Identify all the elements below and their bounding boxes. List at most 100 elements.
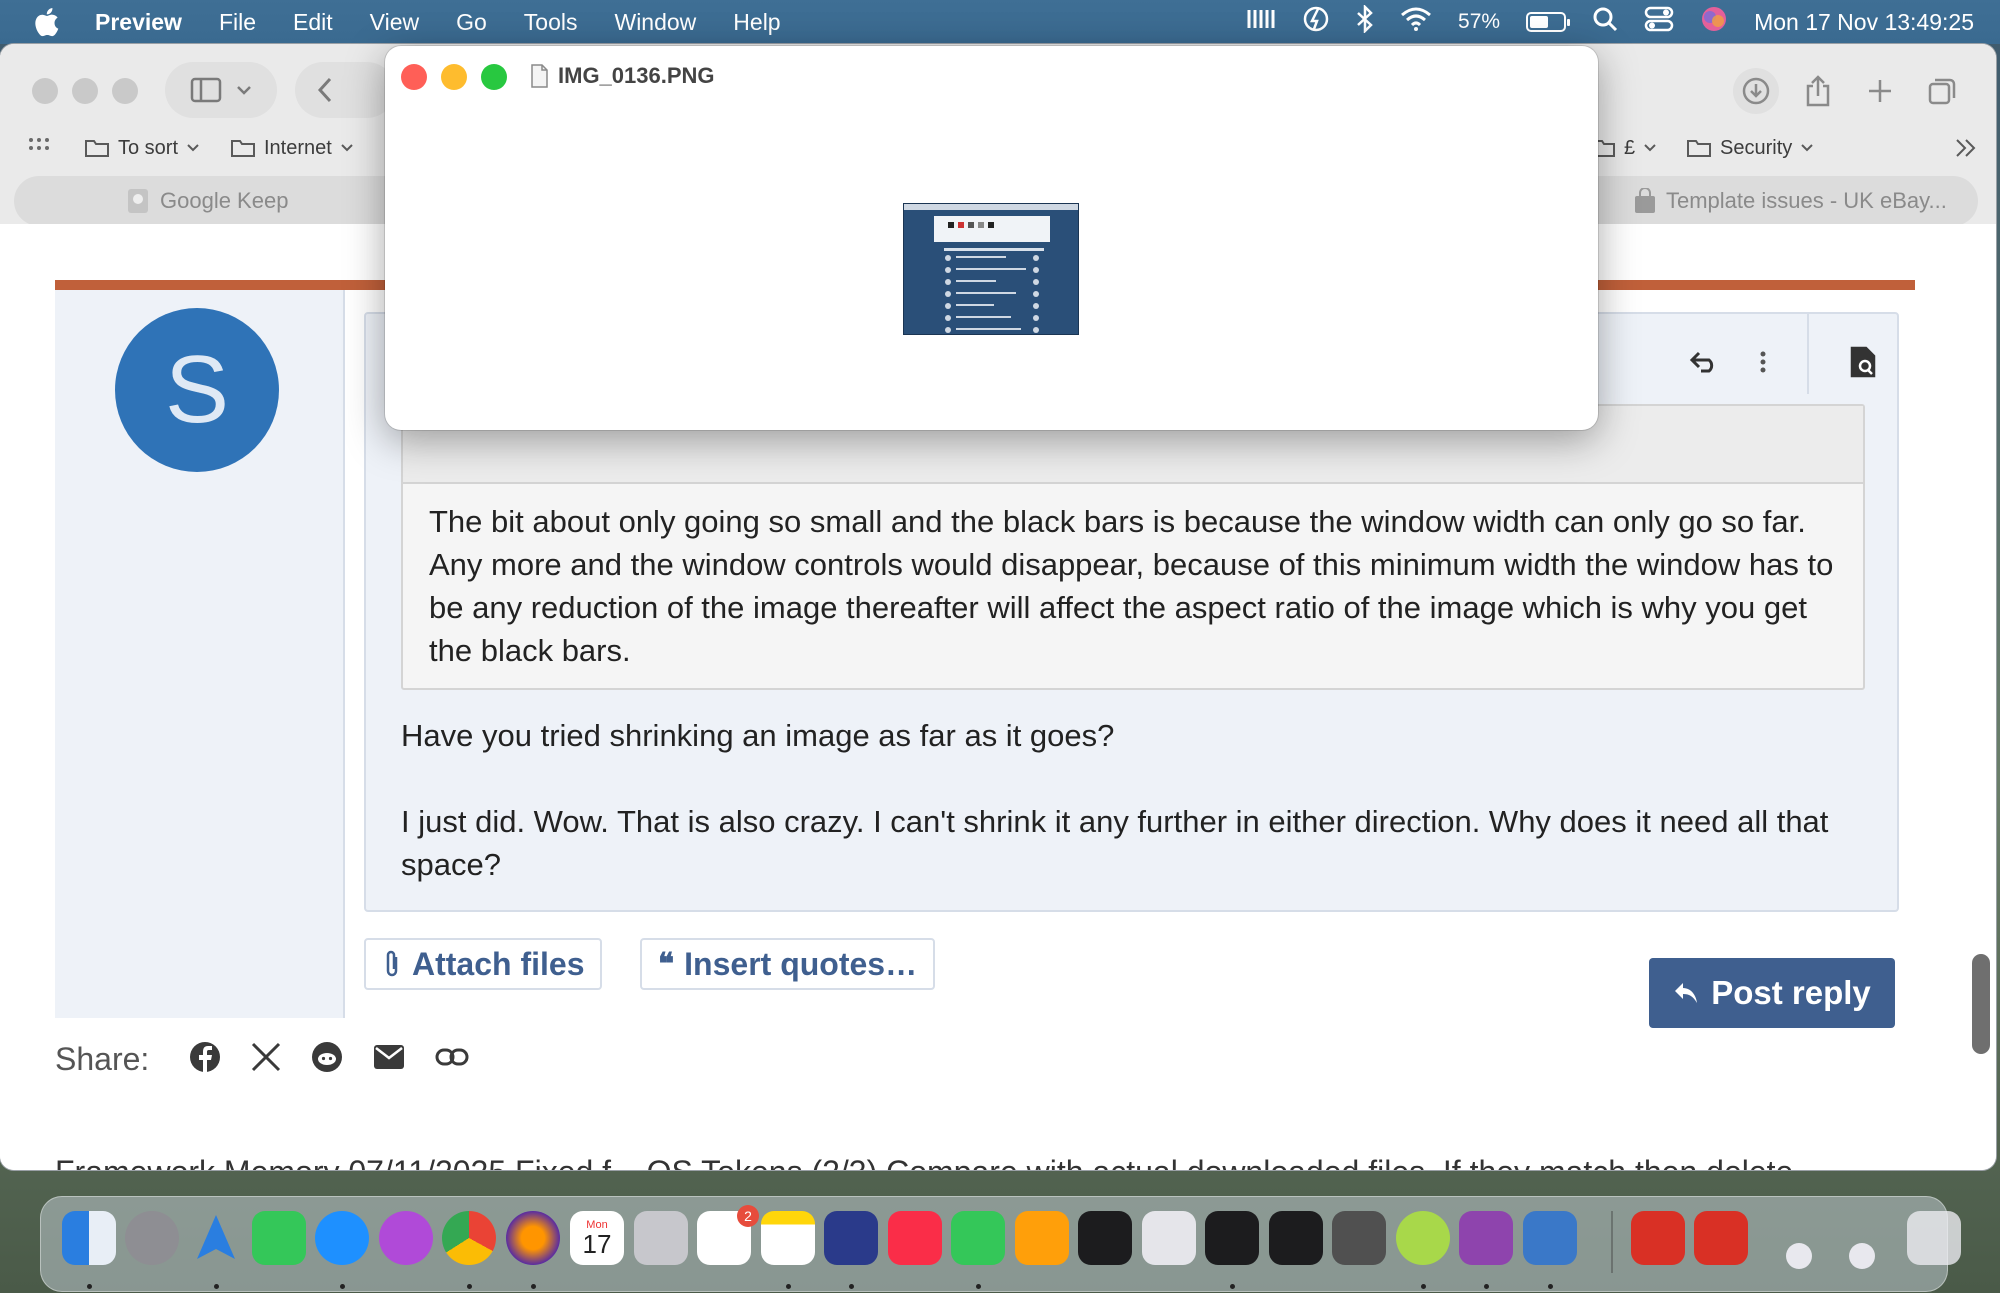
cleaner-app-icon[interactable]	[1396, 1211, 1450, 1265]
music-icon[interactable]	[888, 1211, 942, 1265]
reply-text[interactable]: Have you tried shrinking an image as far…	[401, 714, 1881, 886]
bookmark-label: Internet	[264, 136, 332, 159]
avatar[interactable]: S	[115, 308, 279, 472]
minimize-window-button[interactable]	[72, 78, 98, 104]
close-window-button[interactable]	[401, 64, 427, 90]
menu-help[interactable]: Help	[733, 9, 780, 36]
downloads-button[interactable]	[1733, 68, 1779, 114]
preview-icon[interactable]	[1849, 346, 1877, 383]
folder-icon	[1596, 140, 1615, 157]
minimize-window-button[interactable]	[441, 64, 467, 90]
green-logo-app-icon[interactable]	[1205, 1211, 1259, 1265]
apple-menu-icon[interactable]	[33, 7, 71, 37]
status-app-icon[interactable]	[1246, 7, 1276, 37]
folder-icon	[231, 140, 255, 157]
quote-mark-icon: ❝	[658, 947, 675, 981]
insert-quotes-label: Insert quotes…	[684, 945, 918, 982]
chevron-left-icon	[317, 77, 332, 103]
firefox-icon[interactable]	[506, 1211, 560, 1265]
x-twitter-icon[interactable]	[251, 1042, 281, 1077]
siri-icon[interactable]	[1700, 5, 1728, 39]
applications-folder-icon[interactable]	[1631, 1211, 1685, 1265]
editor-toolbar	[1689, 314, 1877, 394]
downloads-folder-icon[interactable]	[1694, 1211, 1748, 1265]
minimized-window-icon[interactable]	[1786, 1243, 1812, 1269]
dock-separator	[1611, 1211, 1613, 1273]
pages-icon[interactable]	[1015, 1211, 1069, 1265]
system-settings-icon[interactable]	[125, 1211, 179, 1265]
compass-app-icon[interactable]	[379, 1211, 433, 1265]
control-center-icon[interactable]	[1644, 6, 1674, 38]
finder-icon[interactable]	[62, 1211, 116, 1265]
menu-window[interactable]: Window	[614, 9, 696, 36]
contacts-icon[interactable]	[634, 1211, 688, 1265]
bluetooth-icon[interactable]	[1356, 3, 1374, 39]
new-tab-button[interactable]	[1857, 68, 1903, 114]
utility-app-icon[interactable]	[1523, 1211, 1577, 1265]
bookmark-folder-pound[interactable]: £	[1596, 130, 1657, 166]
tab-template-issues[interactable]: Template issues - UK eBay...	[1634, 176, 1947, 226]
menu-app-name[interactable]: Preview	[95, 9, 182, 36]
chrome-icon[interactable]	[442, 1211, 496, 1265]
testflight-arrow-icon[interactable]	[189, 1211, 243, 1265]
back-button[interactable]	[295, 62, 395, 118]
preview-title: IMG_0136.PNG	[530, 58, 715, 94]
cut-off-background-text: Framework Memory 07/11/2025 Fixed f... O…	[55, 1154, 1855, 1170]
reddit-icon[interactable]	[311, 1041, 343, 1078]
messages-icon[interactable]	[252, 1211, 306, 1265]
bookmark-folder-internet[interactable]: Internet	[230, 130, 354, 166]
feedback-assistant-icon[interactable]	[1459, 1211, 1513, 1265]
safari-icon[interactable]	[315, 1211, 369, 1265]
more-bookmarks-icon[interactable]	[1955, 130, 1977, 166]
user-column: S	[55, 290, 345, 1018]
chevron-down-icon	[341, 144, 353, 152]
attach-files-label: Attach files	[412, 945, 585, 982]
calendar-icon[interactable]: Mon 17	[570, 1211, 624, 1265]
terminal-icon[interactable]	[1269, 1211, 1323, 1265]
menu-clock[interactable]: Mon 17 Nov 13:49:25	[1754, 9, 1974, 36]
menu-edit[interactable]: Edit	[293, 9, 333, 36]
tab-overview-button[interactable]	[1919, 68, 1965, 114]
minimized-window-icon[interactable]	[1849, 1243, 1875, 1269]
ebay-bag-icon	[1635, 188, 1655, 213]
bookmark-folder-security[interactable]: Security	[1686, 130, 1814, 166]
preview-window: IMG_0136.PNG	[385, 46, 1598, 430]
spotlight-search-icon[interactable]	[1592, 6, 1618, 38]
zoom-window-button[interactable]	[112, 78, 138, 104]
copy-link-icon[interactable]	[435, 1047, 469, 1072]
menu-go[interactable]: Go	[456, 9, 487, 36]
attach-files-button[interactable]: Attach files	[364, 938, 603, 990]
cat-app-icon[interactable]	[1142, 1211, 1196, 1265]
more-options-icon[interactable]	[1759, 350, 1767, 379]
bbedit-icon[interactable]	[824, 1211, 878, 1265]
bookmark-label: To sort	[118, 136, 179, 159]
menu-tools[interactable]: Tools	[524, 9, 578, 36]
numbers-icon[interactable]	[951, 1211, 1005, 1265]
battery-icon[interactable]	[1526, 12, 1571, 32]
bookmark-folder-to-sort[interactable]: To sort	[84, 130, 200, 166]
focus-icon[interactable]	[1302, 5, 1330, 39]
tab-google-keep[interactable]: Google Keep	[126, 176, 288, 226]
undo-icon[interactable]	[1689, 351, 1719, 378]
zoom-window-button[interactable]	[481, 64, 507, 90]
scrollbar-thumb[interactable]	[1972, 954, 1990, 1054]
post-reply-button[interactable]: Post reply	[1649, 958, 1895, 1028]
insert-quotes-button[interactable]: ❝ Insert quotes…	[640, 938, 936, 990]
image-thumbnail[interactable]	[903, 203, 1079, 335]
quoted-message: The bit about only going so small and th…	[401, 404, 1865, 690]
trash-icon[interactable]	[1907, 1211, 1961, 1265]
apps-grid-icon[interactable]	[28, 130, 50, 166]
menu-view[interactable]: View	[370, 9, 419, 36]
close-window-button[interactable]	[32, 78, 58, 104]
share-label: Share:	[55, 1040, 150, 1077]
share-button[interactable]	[1795, 68, 1841, 114]
wifi-icon[interactable]	[1400, 7, 1432, 37]
sidebar-toggle-button[interactable]	[165, 62, 277, 118]
facebook-icon[interactable]	[189, 1041, 221, 1078]
folder-icon	[85, 140, 109, 157]
email-icon[interactable]	[373, 1044, 405, 1075]
notes-icon[interactable]	[761, 1211, 815, 1265]
photo-editor-icon[interactable]	[1078, 1211, 1132, 1265]
menu-file[interactable]: File	[219, 9, 256, 36]
calculator-icon[interactable]	[1332, 1211, 1386, 1265]
